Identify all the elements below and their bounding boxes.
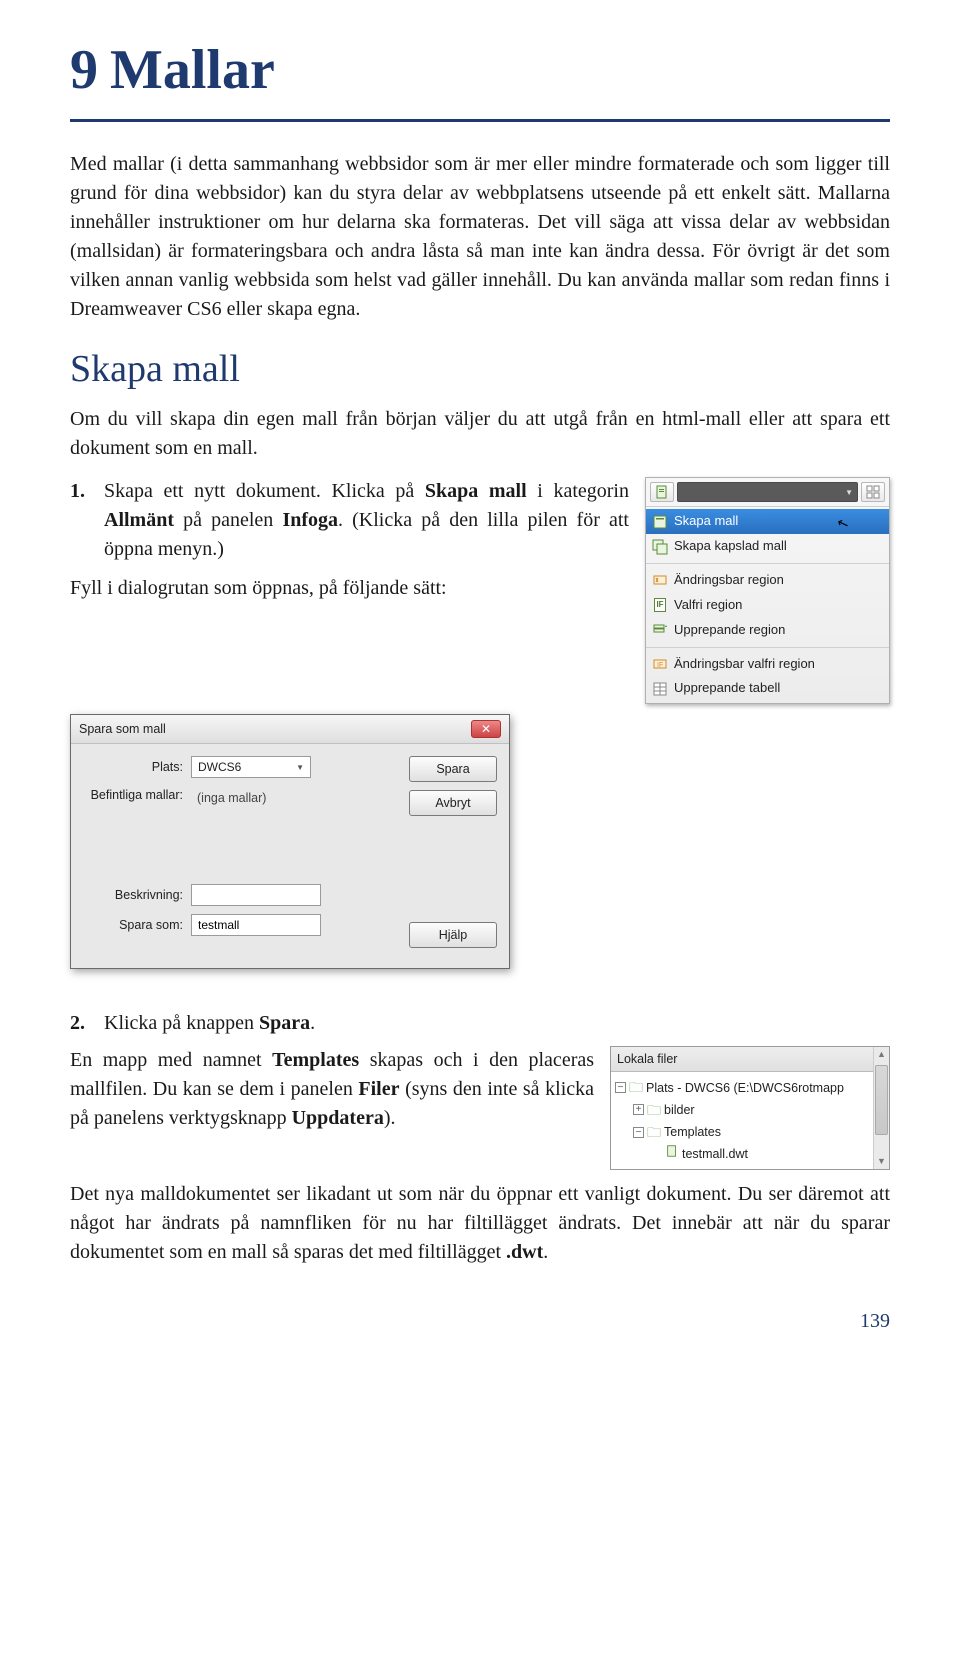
files-panel: Lokala filer − 🗀 Plats - DWCS6 (E:\DWCS6… [610, 1046, 890, 1169]
menu-item-andringsbar[interactable]: Ändringsbar region [646, 568, 889, 593]
menu-item-kapslad-mall[interactable]: Skapa kapslad mall [646, 534, 889, 559]
files-panel-header: Lokala filer [611, 1047, 889, 1072]
site-icon: 🗀 [629, 1077, 643, 1097]
step1-row: 1. Skapa ett nytt dokument. Klicka på Sk… [70, 477, 890, 704]
plats-label: Plats: [83, 758, 183, 776]
chapter-heading: 9Mallar [70, 30, 890, 122]
file-icon [665, 1144, 679, 1163]
repeating-region-icon [652, 622, 668, 638]
menu-item-label: Upprepande tabell [674, 679, 780, 698]
step-2-text: Klicka på knappen Spara. [104, 1009, 890, 1038]
intro-paragraph: Med mallar (i detta sammanhang webbsidor… [70, 150, 890, 324]
cancel-button[interactable]: Avbryt [409, 790, 497, 816]
menu-section-2: Ändringsbar region IF Valfri region Uppr… [646, 566, 889, 645]
repeating-table-icon [652, 681, 668, 697]
save-as-template-dialog: Spara som mall ✕ Plats: DWCS6 Befintliga… [70, 714, 510, 969]
folder-icon: 🗀 [647, 1122, 661, 1142]
doc-icon [654, 484, 670, 500]
folder-icon: 🗀 [647, 1100, 661, 1120]
menu-header-btn-1[interactable] [650, 482, 674, 502]
menu-dark-dropdown[interactable] [677, 482, 858, 502]
optional-region-icon: IF [652, 597, 668, 613]
menu-header-btn-2[interactable] [861, 482, 885, 502]
cursor-icon: ↖ [834, 512, 852, 535]
menu-item-label: Skapa kapslad mall [674, 537, 787, 556]
menu-item-upprepande-tabell[interactable]: Upprepande tabell [646, 676, 889, 701]
existing-label: Befintliga mallar: [83, 786, 183, 804]
beskrivning-label: Beskrivning: [83, 886, 183, 904]
scroll-thumb[interactable] [875, 1065, 888, 1135]
menu-item-andringsbar-valfri[interactable]: IF Ändringsbar valfri region [646, 652, 889, 677]
menu-section-1: Skapa mall ↖ Skapa kapslad mall [646, 507, 889, 561]
existing-templates-list[interactable]: (inga mallar) [191, 786, 361, 808]
tree-folder-templates[interactable]: − 🗀 Templates [615, 1121, 871, 1143]
menu-divider [646, 563, 889, 564]
chapter-title: Mallar [110, 39, 275, 101]
step-1: 1. Skapa ett nytt dokument. Klicka på Sk… [70, 477, 629, 564]
step-2: 2. Klicka på knappen Spara. [70, 1009, 890, 1038]
sparasom-label: Spara som: [83, 916, 183, 934]
section-intro: Om du vill skapa din egen mall från börj… [70, 405, 890, 463]
chapter-number: 9 [70, 39, 98, 101]
dialog-title-text: Spara som mall [79, 720, 166, 738]
template-icon [652, 514, 668, 530]
tree-folder-bilder[interactable]: + 🗀 bilder [615, 1099, 871, 1121]
collapse-icon[interactable]: − [633, 1127, 644, 1138]
templates-row: En mapp med namnet Templates skapas och … [70, 1046, 890, 1169]
page-number: 139 [70, 1307, 890, 1336]
template-menu-panel: Skapa mall ↖ Skapa kapslad mall Ändrings… [645, 477, 890, 704]
tree-file-testmall[interactable]: testmall.dwt [615, 1143, 871, 1164]
templates-paragraph: En mapp med namnet Templates skapas och … [70, 1046, 594, 1133]
step-1-text: Skapa ett nytt dokument. Klicka på Skapa… [104, 477, 629, 564]
section-heading: Skapa mall [70, 342, 890, 397]
menu-divider [646, 647, 889, 648]
menu-item-label: Valfri region [674, 596, 742, 615]
tree-root[interactable]: − 🗀 Plats - DWCS6 (E:\DWCS6rotmapp [615, 1076, 871, 1098]
help-button[interactable]: Hjälp [409, 922, 497, 948]
menu-item-label: Ändringsbar valfri region [674, 655, 815, 674]
step-1-num: 1. [70, 477, 104, 564]
editable-optional-icon: IF [652, 656, 668, 672]
menu-header [646, 478, 889, 507]
editable-region-icon [652, 572, 668, 588]
plats-select[interactable]: DWCS6 [191, 756, 311, 778]
grid-icon [865, 484, 881, 500]
templates-text-col: En mapp med namnet Templates skapas och … [70, 1046, 594, 1147]
svg-text:IF: IF [657, 662, 663, 669]
menu-item-label: Skapa mall [674, 512, 738, 531]
dialog-titlebar: Spara som mall ✕ [71, 715, 509, 744]
beskrivning-input[interactable] [191, 884, 321, 906]
expand-icon[interactable]: + [633, 1104, 644, 1115]
collapse-icon[interactable]: − [615, 1082, 626, 1093]
menu-section-3: IF Ändringsbar valfri region Upprepande … [646, 650, 889, 704]
menu-item-skapa-mall[interactable]: Skapa mall ↖ [646, 509, 889, 534]
nested-template-icon [652, 539, 668, 555]
menu-item-valfri[interactable]: IF Valfri region [646, 593, 889, 618]
dialog-close-button[interactable]: ✕ [471, 720, 501, 738]
menu-item-label: Ändringsbar region [674, 571, 784, 590]
menu-item-label: Upprepande region [674, 621, 785, 640]
dialog-body: Plats: DWCS6 Befintliga mallar: (inga ma… [71, 744, 509, 968]
fill-dialog-text: Fyll i dialogrutan som öppnas, på följan… [70, 574, 629, 603]
files-tree-body: − 🗀 Plats - DWCS6 (E:\DWCS6rotmapp + 🗀 b… [611, 1072, 889, 1168]
sparasom-input[interactable] [191, 914, 321, 936]
step1-text-col: 1. Skapa ett nytt dokument. Klicka på Sk… [70, 477, 629, 617]
save-button[interactable]: Spara [409, 756, 497, 782]
final-paragraph: Det nya malldokumentet ser likadant ut s… [70, 1180, 890, 1267]
step-2-num: 2. [70, 1009, 104, 1038]
scrollbar[interactable] [873, 1047, 889, 1168]
menu-item-upprepande[interactable]: Upprepande region [646, 618, 889, 643]
